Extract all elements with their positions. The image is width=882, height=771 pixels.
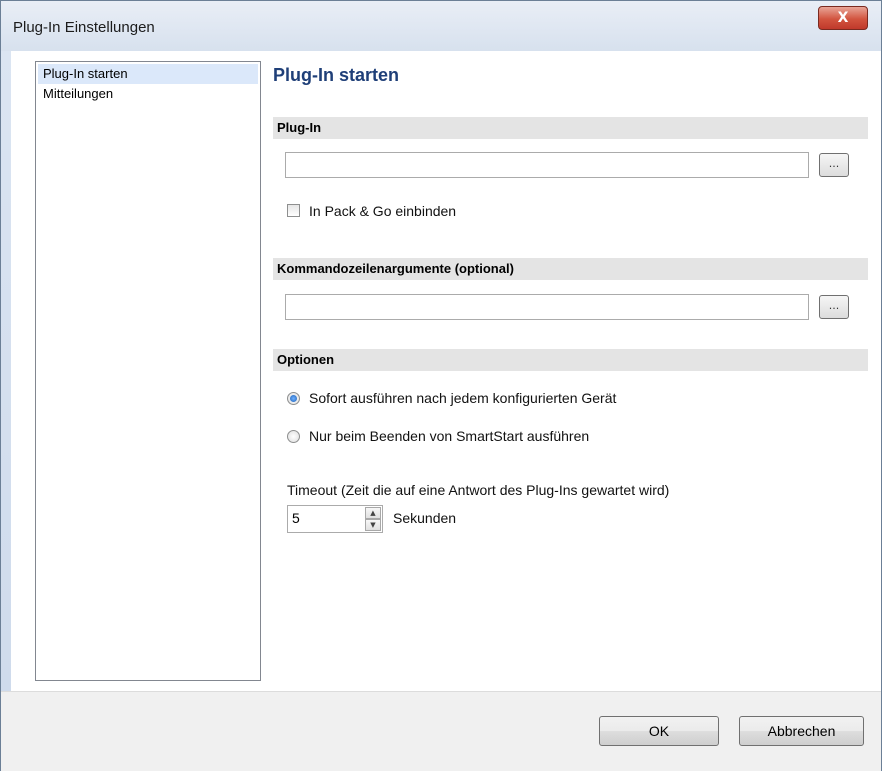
page-title: Plug-In starten <box>273 65 400 85</box>
args-input[interactable] <box>285 294 809 320</box>
nav-item-plugin-starten[interactable]: Plug-In starten <box>38 64 258 84</box>
ellipsis-icon: ... <box>828 157 840 170</box>
section-header-plugin: Plug-In <box>273 117 868 139</box>
spin-down-button[interactable]: ▼ <box>365 519 381 531</box>
nav-item-mitteilungen[interactable]: Mitteilungen <box>38 84 258 104</box>
spin-up-button[interactable]: ▲ <box>365 507 381 519</box>
spinner-buttons: ▲ ▼ <box>365 507 381 531</box>
chevron-up-icon: ▲ <box>370 509 376 517</box>
section-header-options: Optionen <box>273 349 868 371</box>
section-header-args: Kommandozeilenargumente (optional) <box>273 258 868 280</box>
ellipsis-icon: ... <box>828 299 840 312</box>
pack-go-label: In Pack & Go einbinden <box>309 203 457 219</box>
chevron-down-icon: ▼ <box>370 521 376 529</box>
close-icon: X <box>837 10 849 26</box>
nav-item-label: Mitteilungen <box>43 86 114 101</box>
pack-go-checkbox[interactable] <box>287 204 300 217</box>
button-bar: OK Abbrechen <box>1 691 881 771</box>
title-bar[interactable]: Plug-In Einstellungen X <box>1 1 881 52</box>
plugin-browse-button[interactable]: ... <box>819 153 849 177</box>
nav-list: Plug-In starten Mitteilungen <box>35 61 261 681</box>
timeout-unit: Sekunden <box>393 510 457 526</box>
radio-immediate-label: Sofort ausführen nach jedem konfiguriert… <box>309 390 617 406</box>
radio-on-exit[interactable] <box>287 430 300 443</box>
radio-on-exit-label: Nur beim Beenden von SmartStart ausführe… <box>309 428 590 444</box>
content-area: Plug-In starten Mitteilungen Plug-In sta… <box>11 51 881 691</box>
timeout-label: Timeout (Zeit die auf eine Antwort des P… <box>287 482 670 498</box>
timeout-value[interactable]: 5 <box>292 510 300 526</box>
radio-immediate[interactable] <box>287 392 300 405</box>
window-frame-left <box>1 51 11 691</box>
timeout-spinner[interactable]: 5 ▲ ▼ <box>287 505 383 533</box>
plugin-path-input[interactable] <box>285 152 809 178</box>
window-title: Plug-In Einstellungen <box>13 19 155 36</box>
nav-item-label: Plug-In starten <box>43 66 128 81</box>
args-browse-button[interactable]: ... <box>819 295 849 319</box>
ok-button[interactable]: OK <box>599 716 719 746</box>
close-button[interactable]: X <box>818 6 868 30</box>
dialog-window: Plug-In Einstellungen X Plug-In starten … <box>0 0 882 771</box>
cancel-button[interactable]: Abbrechen <box>739 716 864 746</box>
